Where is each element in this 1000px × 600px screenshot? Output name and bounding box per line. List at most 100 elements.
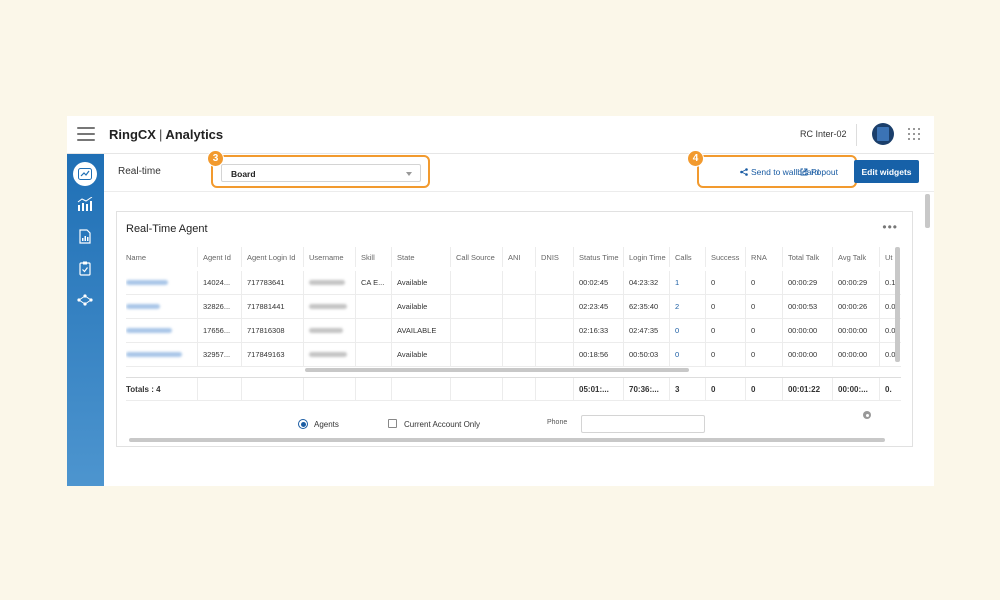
sidebar [67,154,104,486]
totals-agent-id [197,378,241,400]
menu-icon[interactable] [77,127,95,141]
edit-widgets-button[interactable]: Edit widgets [854,160,919,183]
account-name[interactable]: RC Inter-02 [800,129,847,139]
current-account-label: Current Account Only [404,420,481,429]
column-header[interactable]: ANI [502,247,535,267]
calls-link[interactable]: 1 [669,271,705,294]
column-header[interactable]: Username [303,247,355,267]
section-name: Analytics [165,127,224,142]
column-header[interactable]: RNA [745,247,782,267]
state-cell: Available [391,295,450,318]
agent-id-cell: 32826... [197,295,241,318]
popout-link[interactable]: Popout [800,167,838,177]
success-cell: 0 [705,319,745,342]
totals-login-id [241,378,303,400]
rna-cell: 0 [745,319,782,342]
realtime-label: Real-time [118,166,161,177]
agents-radio-label: Agents [314,420,339,429]
username-redacted [303,319,355,342]
agent-name-redacted [126,319,196,342]
avg-talk-cell: 00:00:00 [832,343,879,366]
login-time-cell: 04:23:32 [623,271,669,294]
column-header[interactable]: Total Talk [782,247,832,267]
table-horizontal-scrollbar[interactable] [305,368,689,372]
top-bar: RingCX | Analytics RC Inter-02 [67,116,934,154]
realtime-chart-icon[interactable] [73,162,97,186]
widget-horizontal-scrollbar[interactable] [129,438,885,442]
username-redacted [303,295,355,318]
table-vertical-scrollbar[interactable] [895,247,900,362]
totals-ut: 0. [879,378,901,400]
widget-title: Real-Time Agent [126,223,208,235]
table-row[interactable]: 32826... 717881441 Available 02:23:45 62… [126,295,901,319]
totals-dnis [535,378,573,400]
rna-cell: 0 [745,295,782,318]
toolbar: Real-time Board 3 Send to wallboard 4 Po… [104,150,934,192]
column-header[interactable]: Agent Login Id [241,247,303,267]
avg-talk-cell: 00:00:00 [832,319,879,342]
totals-total-talk: 00:01:22 [782,378,832,400]
rna-cell: 0 [745,343,782,366]
phone-input[interactable] [581,415,705,433]
login-id-cell: 717849163 [241,343,303,366]
success-cell: 0 [705,343,745,366]
state-cell: Available [391,271,450,294]
table-row[interactable]: 32957... 717849163 Available 00:18:56 00… [126,343,901,367]
ani-cell [502,271,535,294]
column-header[interactable]: DNIS [535,247,573,267]
login-id-cell: 717881441 [241,295,303,318]
table-row[interactable]: 17656... 717816308 AVAILABLE 02:16:33 02… [126,319,901,343]
report-document-icon[interactable] [73,224,97,248]
agent-name-redacted [126,295,196,318]
table-row[interactable]: 14024... 717783641 CA E... Available 00:… [126,271,901,295]
apps-grid-icon[interactable] [908,128,920,140]
column-header[interactable]: Success [705,247,745,267]
table-header: Name Agent Id Agent Login Id Username Sk… [126,247,901,267]
more-options-icon[interactable]: ••• [882,220,898,234]
skill-cell [355,295,391,318]
callout-badge-3: 3 [207,150,224,167]
agent-name-redacted [126,271,196,294]
column-header[interactable]: Calls [669,247,705,267]
column-header[interactable]: Status Time [573,247,623,267]
calls-link[interactable]: 0 [669,319,705,342]
analytics-icon[interactable] [73,192,97,216]
calls-link[interactable]: 2 [669,295,705,318]
agents-radio[interactable] [298,419,308,429]
column-header[interactable]: Name [126,247,196,267]
login-time-cell: 62:35:40 [623,295,669,318]
call-source-cell [450,271,502,294]
column-header[interactable]: Call Source [450,247,502,267]
ani-cell [502,295,535,318]
current-account-checkbox[interactable] [388,419,397,428]
call-source-cell [450,343,502,366]
totals-row: Totals : 4 05:01:... 70:36:... 3 0 0 00:… [126,377,901,401]
total-talk-cell: 00:00:29 [782,271,832,294]
totals-call-source [450,378,502,400]
login-time-cell: 02:47:35 [623,319,669,342]
gear-icon[interactable] [863,411,871,419]
column-header[interactable]: Avg Talk [832,247,879,267]
calls-link[interactable]: 0 [669,343,705,366]
clipboard-check-icon[interactable] [73,256,97,280]
column-header[interactable]: Skill [355,247,391,267]
login-time-cell: 00:50:03 [623,343,669,366]
username-redacted [303,271,355,294]
column-header[interactable]: State [391,247,450,267]
totals-avg-talk: 00:00:... [832,378,879,400]
external-link-icon [800,168,808,176]
avatar[interactable] [872,123,894,145]
column-header[interactable]: Agent Id [197,247,241,267]
callout-badge-4: 4 [687,150,704,167]
page-scrollbar[interactable] [925,194,930,228]
agent-name-redacted [126,343,196,366]
column-header[interactable]: Login Time [623,247,669,267]
flow-icon[interactable] [73,288,97,312]
ani-cell [502,343,535,366]
call-source-cell [450,319,502,342]
totals-calls: 3 [669,378,705,400]
phone-label: Phone [547,419,568,426]
call-source-cell [450,295,502,318]
agent-id-cell: 32957... [197,343,241,366]
total-talk-cell: 00:00:00 [782,319,832,342]
